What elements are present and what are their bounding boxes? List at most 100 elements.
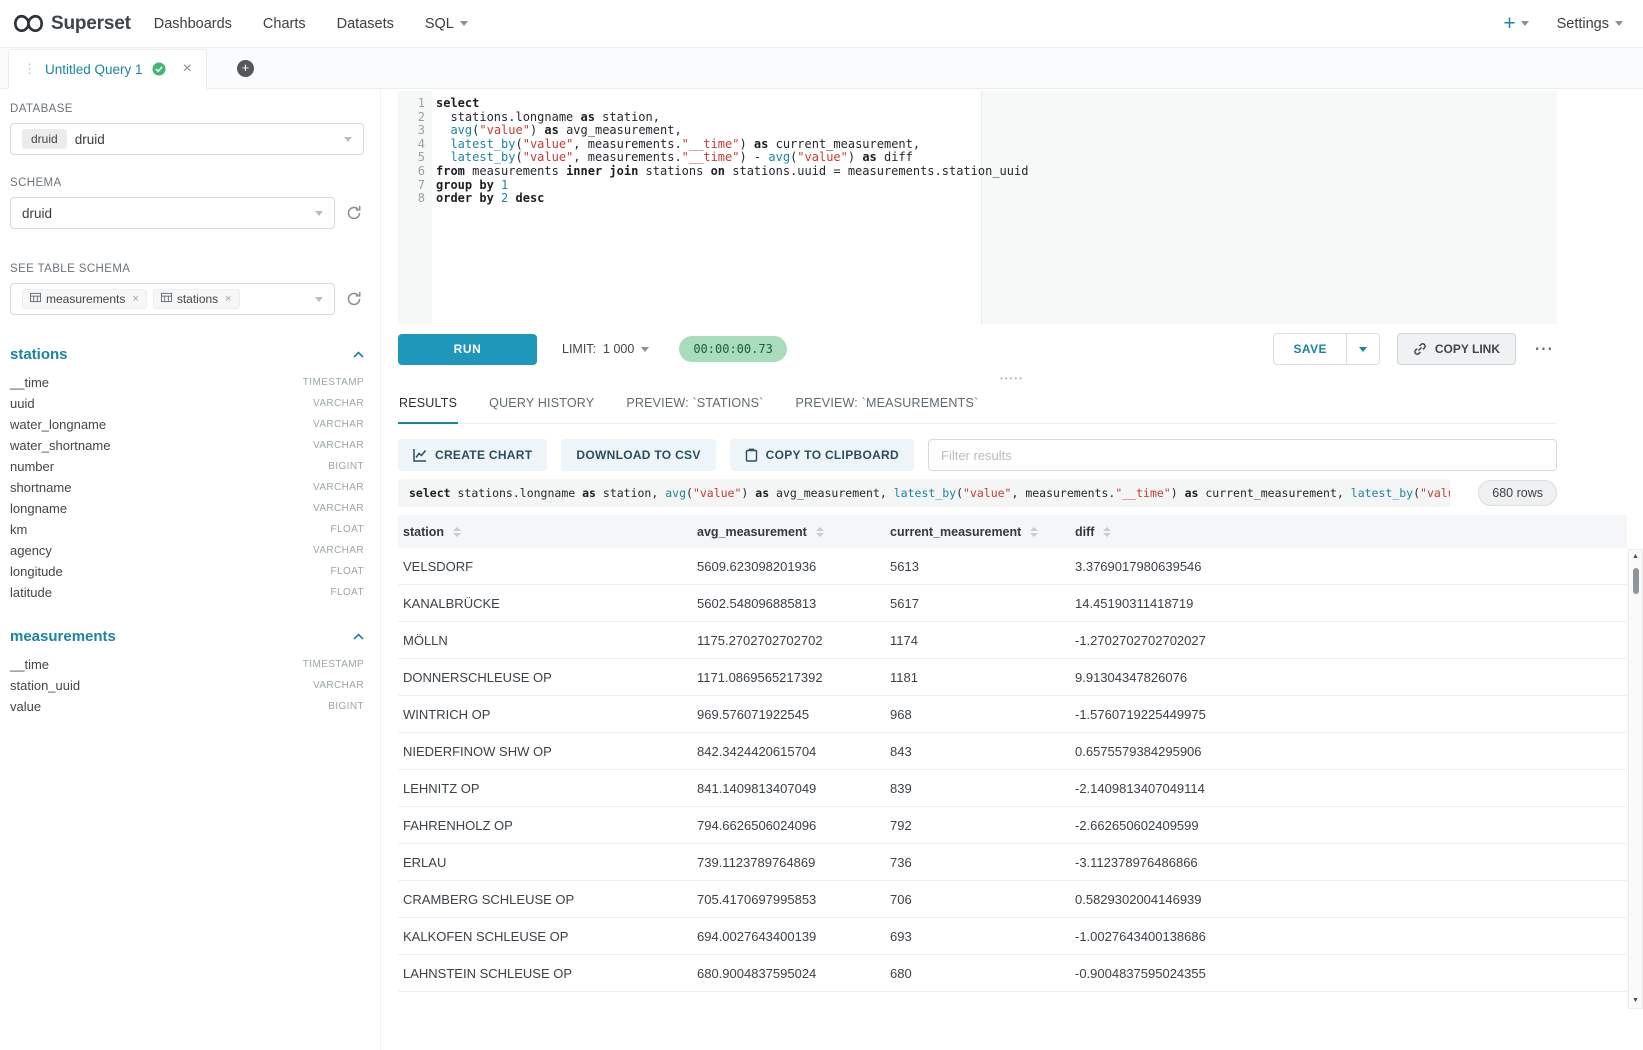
brand-name: Superset xyxy=(51,13,131,35)
table-schema-header[interactable]: measurements xyxy=(10,627,364,645)
cell: CRAMBERG SCHLEUSE OP xyxy=(398,892,692,907)
more-options-icon[interactable]: ⋯ xyxy=(1530,338,1557,361)
sql-token: station, xyxy=(596,486,665,500)
column-row: longitudeFLOAT xyxy=(10,561,364,582)
column-type: VARCHAR xyxy=(313,482,364,493)
column-type: VARCHAR xyxy=(313,545,364,556)
column-header-current_measurement[interactable]: current_measurement xyxy=(885,515,1070,548)
cell: 680.9004837595024 xyxy=(692,966,885,981)
top-navbar: Superset Dashboards Charts Datasets SQL + S… xyxy=(0,0,1643,48)
database-label: DATABASE xyxy=(10,103,364,115)
table-schema-header[interactable]: stations xyxy=(10,345,364,363)
query-tab[interactable]: ⋮ Untitled Query 1 × xyxy=(8,49,207,89)
column-row: kmFLOAT xyxy=(10,519,364,540)
column-type: BIGINT xyxy=(328,461,364,472)
cell: 693 xyxy=(885,929,1070,944)
line-number: 1 xyxy=(398,97,425,111)
code-line: stations.longname as station, xyxy=(436,111,1557,125)
save-button[interactable]: SAVE xyxy=(1273,333,1345,365)
scrollbar-thumb[interactable] xyxy=(1633,568,1639,594)
column-row: agencyVARCHAR xyxy=(10,540,364,561)
pane-resize-handle[interactable]: ••••• xyxy=(381,372,1643,385)
sql-token: current_measurement, xyxy=(768,137,920,151)
column-header-station[interactable]: station xyxy=(398,515,692,548)
nav-item-sql[interactable]: SQL xyxy=(425,16,468,32)
results-tab-preview-stations[interactable]: PREVIEW: `STATIONS` xyxy=(625,385,764,423)
column-header-diff[interactable]: diff xyxy=(1070,515,1627,548)
cell: LEHNITZ OP xyxy=(398,781,692,796)
drag-handle-icon: ⋮ xyxy=(23,61,36,77)
table-row: KALKOFEN SCHLEUSE OP694.0027643400139693… xyxy=(398,918,1627,955)
superset-sql-lab: Superset Dashboards Charts Datasets SQL + S… xyxy=(0,0,1643,1050)
column-type: BIGINT xyxy=(328,701,364,712)
nav-item-charts[interactable]: Charts xyxy=(263,16,306,32)
filter-results-input[interactable] xyxy=(928,439,1557,471)
code-line: group by 1 xyxy=(436,179,1557,193)
cell: -1.2702702702702027 xyxy=(1070,633,1627,648)
settings-menu[interactable]: Settings xyxy=(1557,16,1623,32)
save-dropdown-button[interactable] xyxy=(1346,333,1380,365)
sql-token: stations.longname xyxy=(436,110,581,124)
cell: 841.1409813407049 xyxy=(692,781,885,796)
results-scrollbar[interactable]: ▲ ▼ xyxy=(1628,549,1643,1009)
schema-select[interactable]: druid xyxy=(10,197,335,229)
code-line: order by 2 desc xyxy=(436,192,1557,206)
sql-token: ( xyxy=(1413,486,1420,500)
table-row: VELSDORF5609.62309820193656133.376901798… xyxy=(398,548,1627,585)
run-button[interactable]: RUN xyxy=(398,334,537,365)
sql-token: "__time" xyxy=(682,150,740,164)
new-item-button[interactable]: + xyxy=(1503,14,1528,34)
table-tag-list: measurements×stations× xyxy=(22,289,240,309)
cell: 1175.2702702702702 xyxy=(692,633,885,648)
download-csv-button[interactable]: DOWNLOAD TO CSV xyxy=(561,439,715,471)
cell: 1174 xyxy=(885,633,1070,648)
sort-desc-icon xyxy=(816,533,824,537)
column-row: numberBIGINT xyxy=(10,456,364,477)
cell: 792 xyxy=(885,818,1070,833)
sql-token: group by xyxy=(436,178,494,192)
table-icon xyxy=(161,292,172,306)
database-value: druid xyxy=(75,132,105,147)
table-row: MÖLLN1175.27027027027021174-1.2702702702… xyxy=(398,622,1627,659)
limit-dropdown[interactable]: LIMIT: 1 000 xyxy=(562,342,649,356)
table-icon xyxy=(161,292,172,303)
close-tab-icon[interactable]: × xyxy=(183,62,192,76)
sql-editor[interactable]: 12345678 select stations.longname as sta… xyxy=(398,91,1557,324)
nav-item-dashboards[interactable]: Dashboards xyxy=(154,16,232,32)
table-name: stations xyxy=(10,346,68,363)
results-tab-query-history[interactable]: QUERY HISTORY xyxy=(488,385,595,423)
new-tab-button[interactable]: + xyxy=(237,60,254,77)
column-row: latitudeFLOAT xyxy=(10,582,364,603)
scroll-down-icon[interactable]: ▼ xyxy=(1632,997,1639,1005)
scroll-up-icon[interactable]: ▲ xyxy=(1632,553,1639,561)
refresh-icon xyxy=(346,291,362,307)
copy-link-button[interactable]: COPY LINK xyxy=(1397,333,1516,365)
remove-tag-icon[interactable]: × xyxy=(132,293,138,305)
sql-token xyxy=(494,191,501,205)
table-select[interactable]: measurements×stations× xyxy=(10,283,335,315)
nav-item-datasets[interactable]: Datasets xyxy=(337,16,394,32)
chevron-down-icon xyxy=(315,211,323,216)
refresh-tables-button[interactable] xyxy=(344,289,364,309)
database-type-tag: druid xyxy=(22,129,67,149)
column-header-avg_measurement[interactable]: avg_measurement xyxy=(692,515,885,548)
column-row: station_uuidVARCHAR xyxy=(10,675,364,696)
chevron-down-icon xyxy=(315,297,323,302)
remove-tag-icon[interactable]: × xyxy=(225,293,231,305)
copy-link-label: COPY LINK xyxy=(1435,342,1500,356)
editor-gutter: 12345678 xyxy=(398,91,432,324)
brand[interactable]: Superset xyxy=(14,13,131,35)
results-tab-results[interactable]: RESULTS xyxy=(398,385,458,424)
create-chart-button[interactable]: CREATE CHART xyxy=(398,439,547,471)
editor-toolbar: RUN LIMIT: 1 000 00:00:00.73 SAVE xyxy=(398,326,1557,372)
database-select[interactable]: druid druid xyxy=(10,123,364,155)
copy-clipboard-button[interactable]: COPY TO CLIPBOARD xyxy=(730,439,914,471)
results-tab-preview-measurements[interactable]: PREVIEW: `MEASUREMENTS` xyxy=(794,385,979,423)
table-icon xyxy=(30,292,41,306)
refresh-schemas-button[interactable] xyxy=(344,203,364,223)
sql-token: inner join xyxy=(566,164,638,178)
line-number: 5 xyxy=(398,151,425,165)
sql-token xyxy=(494,178,501,192)
sqllab-sidebar: DATABASE druid druid SCHEMA druid xyxy=(0,89,381,1050)
content: DATABASE druid druid SCHEMA druid xyxy=(0,89,1643,1050)
